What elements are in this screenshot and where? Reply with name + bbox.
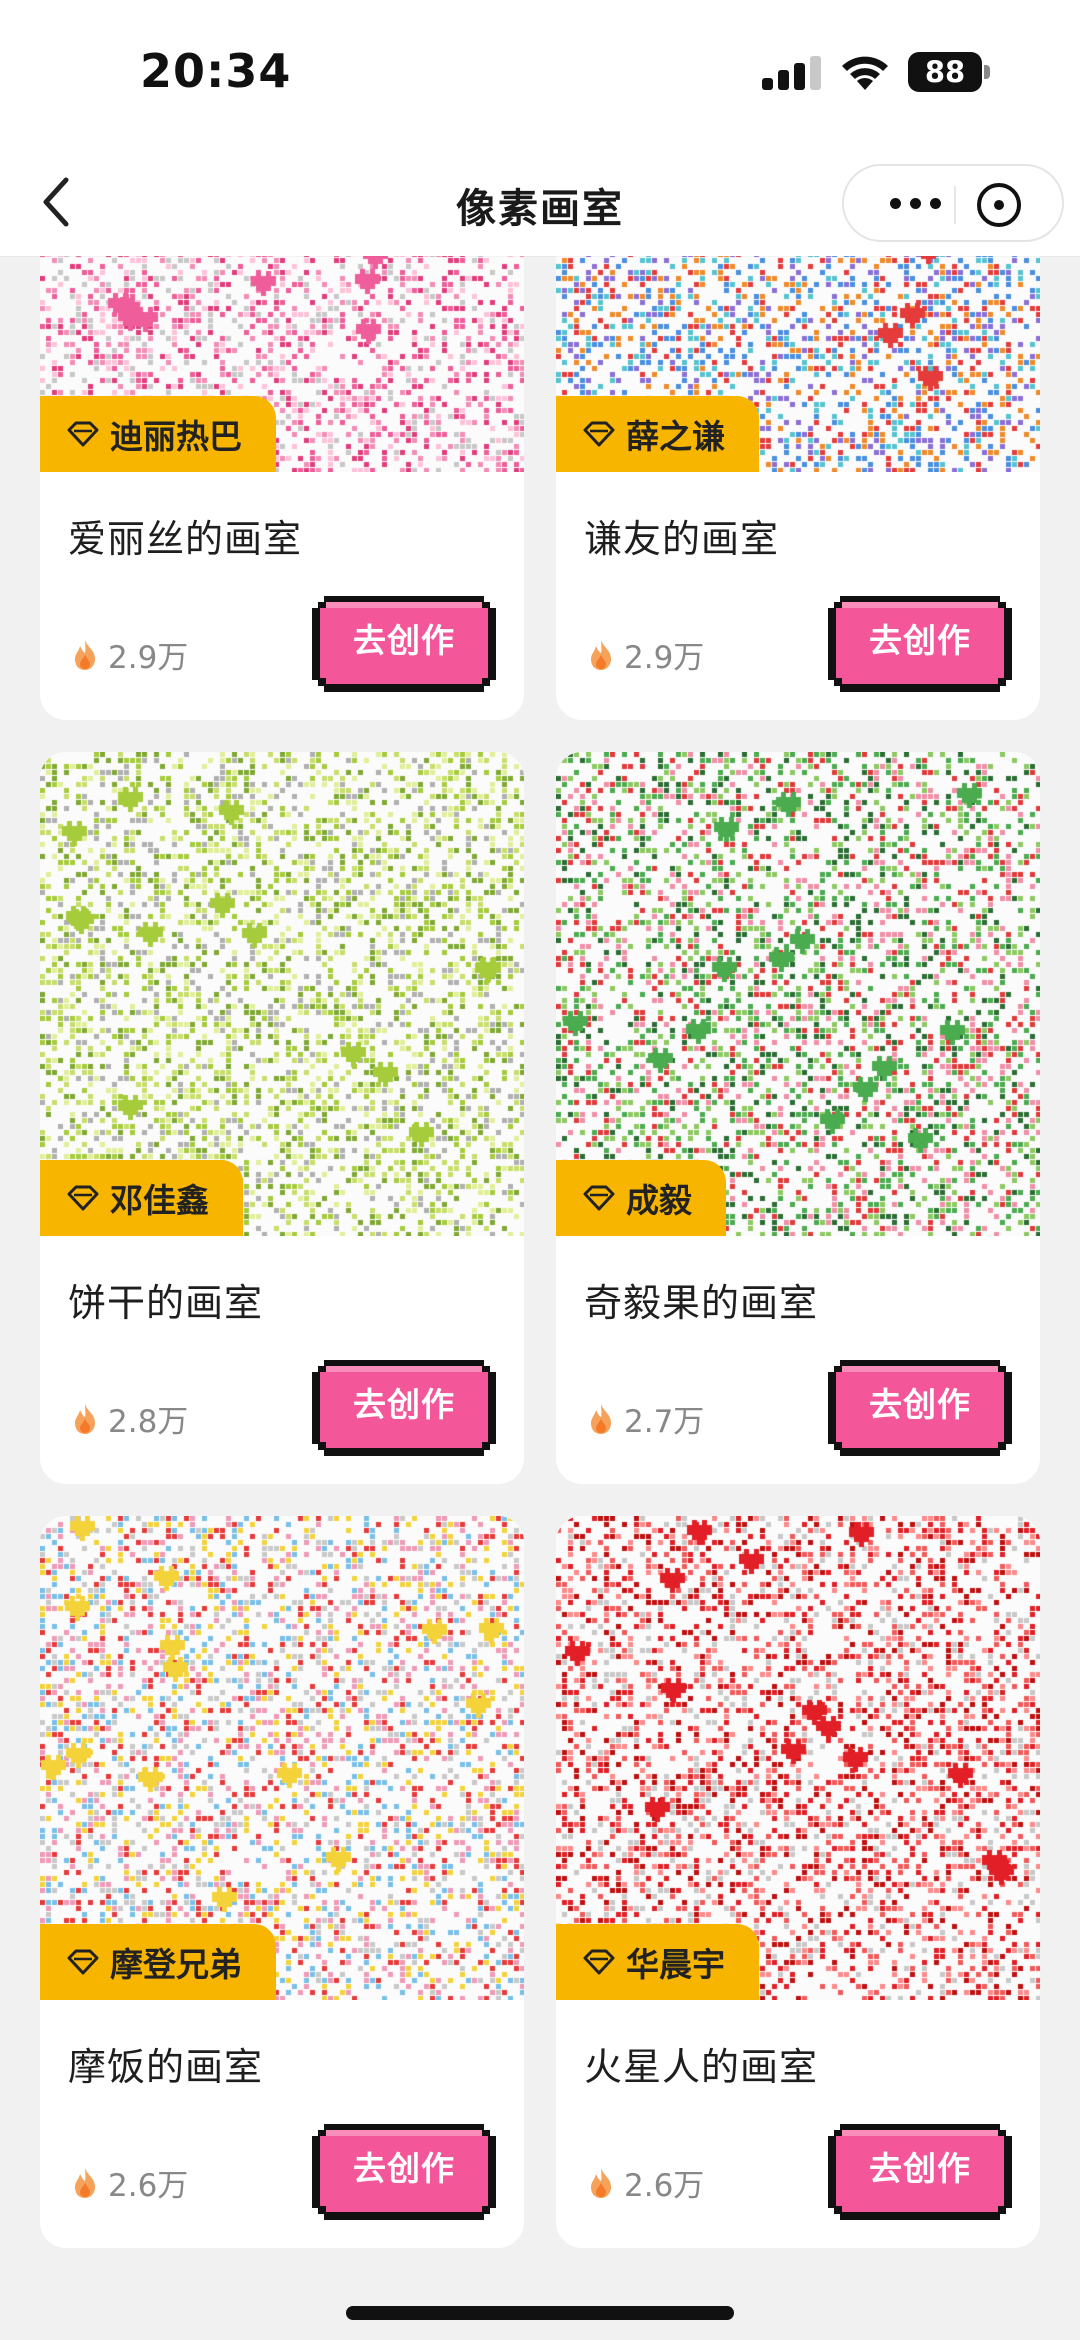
studio-list: 迪丽热巴 爱丽丝的画室 2.9万 去创作 薛之谦 谦友的画室 2.9万 去创作 … <box>0 256 1080 2340</box>
studio-grid: 迪丽热巴 爱丽丝的画室 2.9万 去创作 薛之谦 谦友的画室 2.9万 去创作 … <box>40 256 1040 2248</box>
create-button-label[interactable]: 去创作 <box>312 2124 496 2220</box>
create-button-label[interactable]: 去创作 <box>828 2124 1012 2220</box>
owner-badge: 邓佳鑫 <box>40 1160 243 1236</box>
flame-icon <box>75 639 95 670</box>
studio-name: 火星人的画室 <box>584 2045 819 2089</box>
owner-name: 迪丽热巴 <box>110 417 242 456</box>
popularity-count: 2.9万 <box>624 640 705 676</box>
popularity-count: 2.9万 <box>108 640 189 676</box>
studio-card[interactable]: 摩登兄弟 摩饭的画室 2.6万 去创作 <box>40 1516 524 2248</box>
owner-name: 成毅 <box>626 1181 692 1220</box>
create-button-label[interactable]: 去创作 <box>312 1360 496 1456</box>
home-indicator <box>346 2306 734 2320</box>
popularity: 2.7万 <box>586 1396 704 1441</box>
studio-name: 饼干的画室 <box>68 1281 264 1325</box>
studio-card[interactable]: 薛之谦 谦友的画室 2.9万 去创作 <box>556 256 1040 720</box>
owner-name: 邓佳鑫 <box>110 1181 209 1220</box>
popularity-count: 2.7万 <box>624 1404 705 1440</box>
flame-icon <box>591 2167 611 2198</box>
studio-card[interactable]: 迪丽热巴 爱丽丝的画室 2.9万 去创作 <box>40 256 524 720</box>
studio-name: 摩饭的画室 <box>68 2045 264 2089</box>
owner-badge: 摩登兄弟 <box>40 1924 276 2000</box>
flame-icon <box>75 2167 95 2198</box>
studio-name: 奇毅果的画室 <box>584 1281 819 1325</box>
studio-card[interactable]: 邓佳鑫 饼干的画室 2.8万 去创作 <box>40 752 524 1484</box>
studio-card[interactable]: 成毅 奇毅果的画室 2.7万 去创作 <box>556 752 1040 1484</box>
owner-name: 摩登兄弟 <box>110 1945 242 1984</box>
create-button[interactable]: 去创作 <box>312 596 496 692</box>
diamond-icon <box>67 1949 99 1975</box>
wifi-icon <box>842 56 888 90</box>
battery-icon: 88 <box>908 52 992 92</box>
create-button[interactable]: 去创作 <box>312 2124 496 2220</box>
close-mini-program-icon[interactable] <box>974 180 1024 230</box>
battery-level: 88 <box>908 52 982 92</box>
popularity: 2.8万 <box>70 1396 188 1441</box>
popularity-count: 2.6万 <box>624 2168 705 2204</box>
studio-name: 爱丽丝的画室 <box>68 517 303 561</box>
create-button-label[interactable]: 去创作 <box>828 596 1012 692</box>
studio-name: 谦友的画室 <box>584 517 780 561</box>
flame-icon <box>75 1403 95 1434</box>
diamond-icon <box>67 421 99 447</box>
flame-icon <box>591 1403 611 1434</box>
owner-badge: 迪丽热巴 <box>40 396 276 472</box>
create-button[interactable]: 去创作 <box>312 1360 496 1456</box>
studio-card[interactable]: 华晨宇 火星人的画室 2.6万 去创作 <box>556 1516 1040 2248</box>
popularity-count: 2.8万 <box>108 1404 189 1440</box>
popularity: 2.6万 <box>586 2160 704 2205</box>
diamond-icon <box>583 421 615 447</box>
owner-name: 薛之谦 <box>626 417 725 456</box>
popularity: 2.9万 <box>586 632 704 677</box>
owner-badge: 薛之谦 <box>556 396 759 472</box>
create-button[interactable]: 去创作 <box>828 2124 1012 2220</box>
mini-program-capsule <box>842 164 1064 242</box>
owner-badge: 成毅 <box>556 1160 726 1236</box>
capsule-divider <box>954 186 956 224</box>
create-button[interactable]: 去创作 <box>828 596 1012 692</box>
nav-bar: 像素画室 <box>0 150 1080 256</box>
popularity-count: 2.6万 <box>108 2168 189 2204</box>
status-time: 20:34 <box>140 44 292 98</box>
more-options-icon[interactable] <box>874 188 956 218</box>
diamond-icon <box>583 1949 615 1975</box>
diamond-icon <box>67 1185 99 1211</box>
owner-badge: 华晨宇 <box>556 1924 759 2000</box>
create-button[interactable]: 去创作 <box>828 1360 1012 1456</box>
cellular-signal-icon <box>762 56 822 90</box>
flame-icon <box>591 639 611 670</box>
status-bar: 20:34 88 <box>0 0 1080 150</box>
popularity: 2.9万 <box>70 632 188 677</box>
popularity: 2.6万 <box>70 2160 188 2205</box>
diamond-icon <box>583 1185 615 1211</box>
owner-name: 华晨宇 <box>626 1945 725 1984</box>
create-button-label[interactable]: 去创作 <box>312 596 496 692</box>
create-button-label[interactable]: 去创作 <box>828 1360 1012 1456</box>
